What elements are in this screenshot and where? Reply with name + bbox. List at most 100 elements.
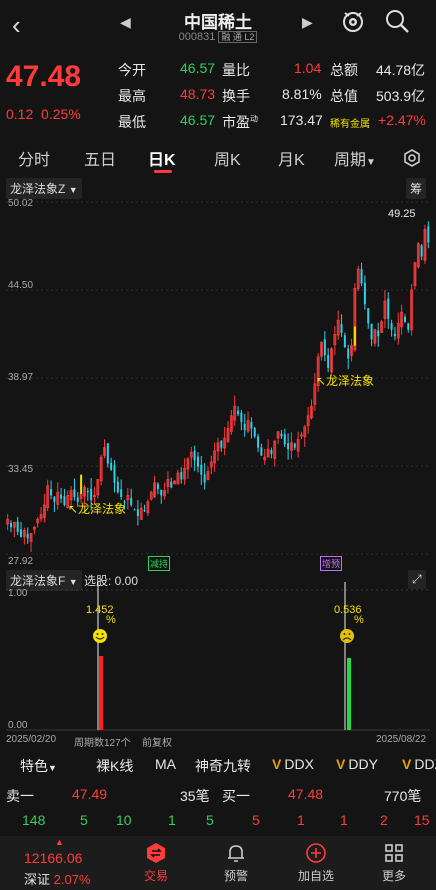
candle-body	[200, 464, 203, 475]
stat-value-high: 48.73	[180, 86, 216, 102]
toolbar-nine-turn[interactable]: 神奇九转	[195, 756, 251, 776]
candle-body	[270, 450, 273, 454]
candle-body	[390, 323, 393, 330]
search-icon[interactable]	[384, 8, 410, 34]
tab-five-day[interactable]: 五日	[84, 146, 116, 170]
next-stock-icon[interactable]: ▶	[302, 14, 313, 31]
candle-body	[327, 354, 330, 368]
stat-label-open: 今开	[118, 62, 146, 78]
candle-body	[220, 440, 223, 448]
indicator-toolbar: 特色▼ 裸K线 MA 神奇九转 VDDX VDDY VDDZ	[0, 752, 436, 780]
candle-body	[203, 474, 206, 483]
candle-body	[387, 298, 390, 319]
candle-body	[143, 510, 146, 512]
toolbar-ddz[interactable]: VDDZ	[402, 756, 436, 772]
bell-icon	[228, 845, 244, 862]
signal-candle	[353, 326, 356, 346]
candle-body	[193, 450, 196, 461]
candle-body	[20, 529, 23, 537]
candle-body	[340, 324, 343, 333]
buy-split-1: 5	[252, 812, 260, 828]
candle-body	[243, 423, 246, 431]
quote-panel: 47.48 0.12 0.25% 今开 46.57 量比 1.04 总额 44.…	[0, 52, 436, 136]
candlestick-chart	[6, 201, 430, 555]
nav-add-watch[interactable]: 加自选	[286, 842, 346, 884]
index-value[interactable]: 12166.06	[24, 850, 82, 866]
sector-label[interactable]: 稀有金属	[330, 115, 370, 130]
candle-body	[240, 412, 243, 423]
candle-body	[86, 490, 89, 493]
candle-body	[257, 436, 260, 448]
tab-daily-k[interactable]: 日K	[148, 146, 176, 170]
current-price: 47.48	[6, 60, 82, 93]
sad-eye-r	[348, 633, 351, 635]
sub-chart-area[interactable]: 龙泽法象F ▼ 选股: 0.00 ⤢ 1.00 0.00 1.452 % 0.5…	[0, 570, 436, 750]
robot-icon[interactable]	[340, 8, 366, 34]
sub-y-bottom: 0.00	[8, 720, 28, 731]
signal-pct-1: %	[106, 614, 116, 626]
smile-eye-r	[101, 633, 104, 635]
candle-body	[363, 282, 366, 305]
settings-icon[interactable]	[402, 148, 422, 168]
buy-split-2: 1	[297, 812, 305, 828]
sell-one-label: 卖一	[6, 788, 34, 804]
vip-icon: V	[402, 756, 412, 772]
stat-value-vol-ratio: 1.04	[294, 60, 322, 76]
ddx-label: DDX	[284, 756, 314, 772]
candle-body	[343, 335, 346, 348]
candle-body	[113, 465, 116, 483]
stat-value-pe: 173.47	[280, 112, 323, 128]
nav-more[interactable]: 更多	[364, 842, 424, 884]
candle-body	[16, 521, 19, 533]
nav-trade[interactable]: 交易	[126, 842, 186, 884]
badge-reduce[interactable]: 减持	[148, 556, 171, 571]
bottom-nav: ▲ 12166.06 深证 2.07% 交易 预警 加自选 更多	[0, 836, 436, 890]
nav-more-label: 更多	[381, 869, 406, 883]
candle-body	[60, 494, 63, 499]
vip-icon: V	[272, 756, 282, 772]
candle-body	[130, 497, 133, 505]
candle-body	[403, 316, 406, 322]
adjust-mode[interactable]: 前复权	[142, 734, 172, 749]
candle-body	[196, 456, 199, 467]
sub-y-top: 1.00	[8, 588, 28, 599]
candle-body	[180, 472, 183, 480]
sad-icon	[340, 629, 354, 643]
sector-change: +2.47%	[378, 112, 426, 128]
index-info[interactable]: 深证 2.07%	[24, 869, 91, 888]
active-tab-indicator	[154, 170, 172, 173]
candle-body	[287, 443, 290, 450]
tab-weekly-k[interactable]: 周K	[214, 146, 241, 170]
candle-body	[360, 269, 363, 284]
toolbar-ma[interactable]: MA	[155, 756, 176, 772]
change-pct: 0.25%	[41, 106, 81, 122]
feature-dropdown[interactable]: 特色▼	[20, 756, 57, 776]
date-start: 2025/02/20	[6, 734, 57, 745]
tab-intraday[interactable]: 分时	[18, 146, 50, 170]
ddz-label: DDZ	[414, 756, 436, 772]
sell-split-1: 148	[22, 812, 46, 828]
buy-one-price: 47.48	[288, 786, 324, 802]
main-chart-area[interactable]: 龙泽法象Z ▼ 筹 50.02 44.50 38.97 33.45 27.92 …	[0, 176, 436, 571]
candle-body	[170, 481, 173, 488]
nav-alert[interactable]: 预警	[206, 842, 266, 884]
tab-period-label: 周期	[334, 152, 367, 169]
toolbar-ddx[interactable]: V DDX	[272, 756, 314, 772]
signal-bar-2	[347, 658, 351, 730]
toolbar-ddy[interactable]: V DDY	[336, 756, 378, 772]
candle-body	[377, 330, 380, 337]
stat-label-low: 最低	[118, 114, 146, 130]
candle-body	[133, 509, 136, 511]
ddy-label: DDY	[348, 756, 378, 772]
badge-forecast[interactable]: 增预	[320, 556, 343, 571]
tab-monthly-k[interactable]: 月K	[278, 146, 305, 170]
candle-body	[367, 308, 370, 324]
signal-candle	[80, 474, 83, 494]
candle-body	[50, 489, 53, 496]
stat-label-amount: 总额	[330, 62, 358, 78]
smile-eye-l	[96, 633, 99, 635]
toolbar-bare-k[interactable]: 裸K线	[96, 756, 133, 776]
trade-icon	[147, 843, 165, 863]
tab-period[interactable]: 周期▼	[334, 146, 376, 170]
add-circle-icon	[306, 843, 326, 863]
